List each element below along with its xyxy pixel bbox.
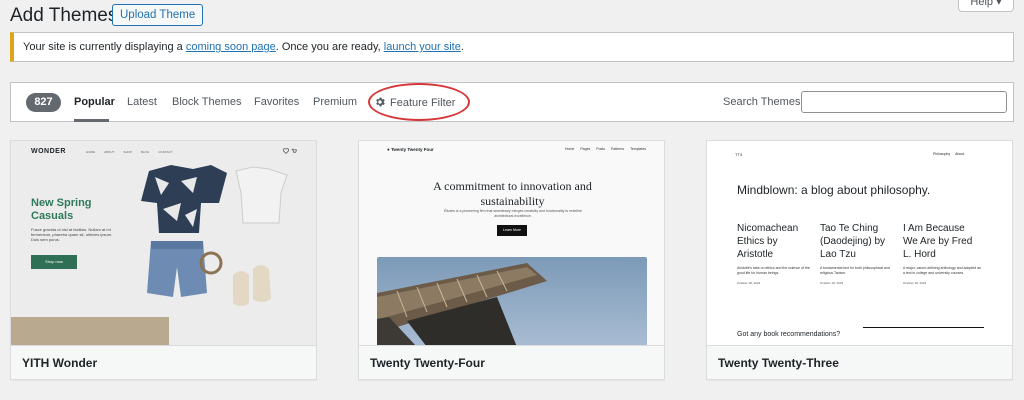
preview-brand-text: Twenty Twenty Four [390, 147, 434, 152]
search-themes-input[interactable] [801, 91, 1007, 113]
theme-card-twenty-twenty-three[interactable]: TT3 Philosophy About Mindblown: a blog ab… [706, 140, 1013, 380]
coming-soon-page-link[interactable]: coming soon page [186, 41, 276, 53]
preview-post: I Am Because We Are by Fred L. Hord A ma… [903, 222, 981, 285]
preview-description: Fusce gravida ut nisi at facilisis. Null… [31, 227, 113, 242]
preview-link: About [955, 152, 965, 156]
preview-footer-text: Got any book recommendations? [737, 331, 841, 338]
preview-description: Études is a pioneering firm that seamles… [444, 209, 582, 218]
help-button[interactable]: Help ▾ [958, 0, 1014, 12]
preview-logo: WONDER [31, 148, 66, 155]
preview-post-date: October 18, 2023 [820, 281, 844, 285]
preview-post-date: October 18, 2023 [737, 281, 761, 285]
preview-nav-links: Home Pages Posts Patterns Templates [559, 147, 646, 151]
preview-post-excerpt: Aristotle's take on ethics and the scien… [737, 266, 810, 275]
preview-headline: Mindblown: a blog about philosophy. [737, 183, 931, 197]
preview-link: Philosophy [933, 152, 951, 156]
launch-site-link[interactable]: launch your site [384, 41, 461, 53]
notice-text-prefix: Your site is currently displaying a [23, 41, 186, 53]
coming-soon-notice: Your site is currently displaying a comi… [10, 32, 1014, 62]
preview-link: CONTACT [158, 150, 173, 154]
preview-link: Pages [580, 147, 591, 151]
theme-name[interactable]: YITH Wonder [11, 345, 316, 379]
preview-post-date: October 18, 2023 [903, 281, 927, 285]
upload-theme-button[interactable]: Upload Theme [112, 4, 204, 26]
theme-card-twenty-twenty-four[interactable]: ● Twenty Twenty Four Home Pages Posts Patte… [358, 140, 665, 380]
theme-card-yith-wonder[interactable]: WONDER HOME ABOUT SHOP BLOG CONTACT New Spri… [10, 140, 317, 380]
preview-headline: New Spring Casuals [31, 197, 92, 222]
theme-screenshot[interactable]: TT3 Philosophy About Mindblown: a blog ab… [707, 141, 1012, 345]
preview-shop-button: Shop now [31, 255, 77, 269]
theme-filter-bar: 827 Popular Latest Block Themes Favorite… [10, 82, 1014, 122]
preview-post-excerpt: A fundamental text for both philosophica… [820, 266, 890, 275]
preview-link: Patterns [611, 147, 625, 151]
theme-name[interactable]: Twenty Twenty-Three [707, 345, 1012, 379]
preview-link: BLOG [140, 150, 150, 154]
preview-post-title: Nicomachean Ethics by Aristotle [737, 223, 799, 260]
preview-post-excerpt: A major, canon-defining anthology and ad… [903, 266, 981, 275]
theme-count-badge: 827 [26, 93, 61, 112]
preview-nav: WONDER HOME ABOUT SHOP BLOG CONTACT [11, 141, 316, 163]
search-themes-label: Search Themes [723, 96, 801, 108]
theme-screenshot[interactable]: WONDER HOME ABOUT SHOP BLOG CONTACT New Spri… [11, 141, 316, 345]
preview-link: Home [565, 147, 575, 151]
preview-link: ABOUT [104, 150, 115, 154]
clothing-product-image [141, 165, 288, 306]
tab-block-themes[interactable]: Block Themes [172, 96, 242, 108]
preview-link: HOME [86, 150, 95, 154]
heart-icon [283, 148, 289, 154]
preview-post-title: Tao Te Ching (Daodejing) by Lao Tzu [820, 223, 886, 260]
preview-site-title: TT3 [735, 152, 743, 157]
preview-link: SHOP [123, 150, 132, 154]
preview-post: Nicomachean Ethics by Aristotle Aristotl… [737, 222, 815, 285]
tab-latest[interactable]: Latest [127, 96, 157, 108]
preview-learn-more-button: Learn More [497, 225, 527, 236]
preview-headline: A commitment to innovation and sustainab… [433, 179, 592, 208]
preview-bottom-image [11, 317, 169, 345]
cart-icon [291, 148, 297, 153]
preview-divider [863, 327, 984, 328]
tab-popular[interactable]: Popular [74, 96, 115, 108]
theme-screenshot[interactable]: ● Twenty Twenty Four Home Pages Posts Patte… [359, 141, 664, 345]
preview-site-title: ● Twenty Twenty Four [387, 147, 434, 152]
annotation-circle [368, 83, 470, 121]
notice-text-middle: . Once you are ready, [275, 41, 384, 53]
preview-post-title: I Am Because We Are by Fred L. Hord [903, 223, 973, 260]
preview-link: Posts [596, 147, 606, 151]
theme-name[interactable]: Twenty Twenty-Four [359, 345, 664, 379]
building-illustration [377, 263, 547, 345]
preview-nav-links: Philosophy About [928, 152, 964, 156]
preview-architecture-image [377, 257, 647, 345]
active-tab-indicator [74, 119, 109, 122]
notice-text-suffix: . [460, 41, 464, 53]
preview-link: Templates [630, 147, 647, 151]
preview-post: Tao Te Ching (Daodejing) by Lao Tzu A fu… [820, 222, 898, 285]
page-title: Add Themes [10, 5, 118, 26]
tab-premium[interactable]: Premium [313, 96, 357, 108]
preview-nav-links: HOME ABOUT SHOP BLOG CONTACT [86, 150, 181, 154]
tab-favorites[interactable]: Favorites [254, 96, 299, 108]
